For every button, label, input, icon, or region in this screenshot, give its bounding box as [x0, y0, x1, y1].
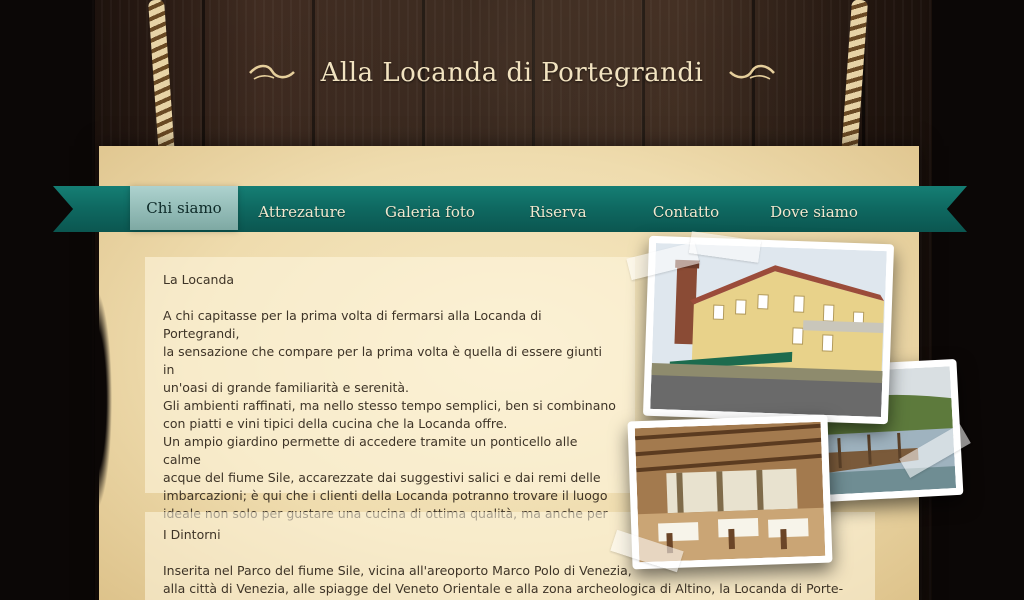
- torn-edge: [95, 270, 115, 530]
- nav-item-galeria-foto[interactable]: Galeria foto: [366, 190, 494, 234]
- section-body: A chi capitasse per la prima volta di fe…: [163, 308, 616, 521]
- nav-item-attrezature[interactable]: Attrezature: [238, 190, 366, 234]
- nav-item-riserva[interactable]: Riserva: [494, 190, 622, 234]
- nav-item-contatto[interactable]: Contatto: [622, 190, 750, 234]
- nav-item-dove-siamo[interactable]: Dove siamo: [750, 190, 878, 234]
- section-la-locanda: La Locanda A chi capitasse per la prima …: [145, 257, 635, 521]
- flourish-left-icon: [248, 64, 295, 80]
- flourish-right-icon: [729, 64, 776, 80]
- main-nav: Chi siamo Attrezature Galeria foto Riser…: [130, 186, 900, 234]
- nav-item-chi-siamo[interactable]: Chi siamo: [130, 186, 238, 230]
- header: Alla Locanda di Portegrandi: [0, 58, 1024, 88]
- building-image: [650, 243, 887, 417]
- section-body: Inserita nel Parco del fiume Sile, vicin…: [163, 563, 844, 596]
- site-title[interactable]: Alla Locanda di Portegrandi: [321, 58, 704, 88]
- section-heading: La Locanda: [163, 272, 235, 287]
- dining-image: [634, 421, 826, 563]
